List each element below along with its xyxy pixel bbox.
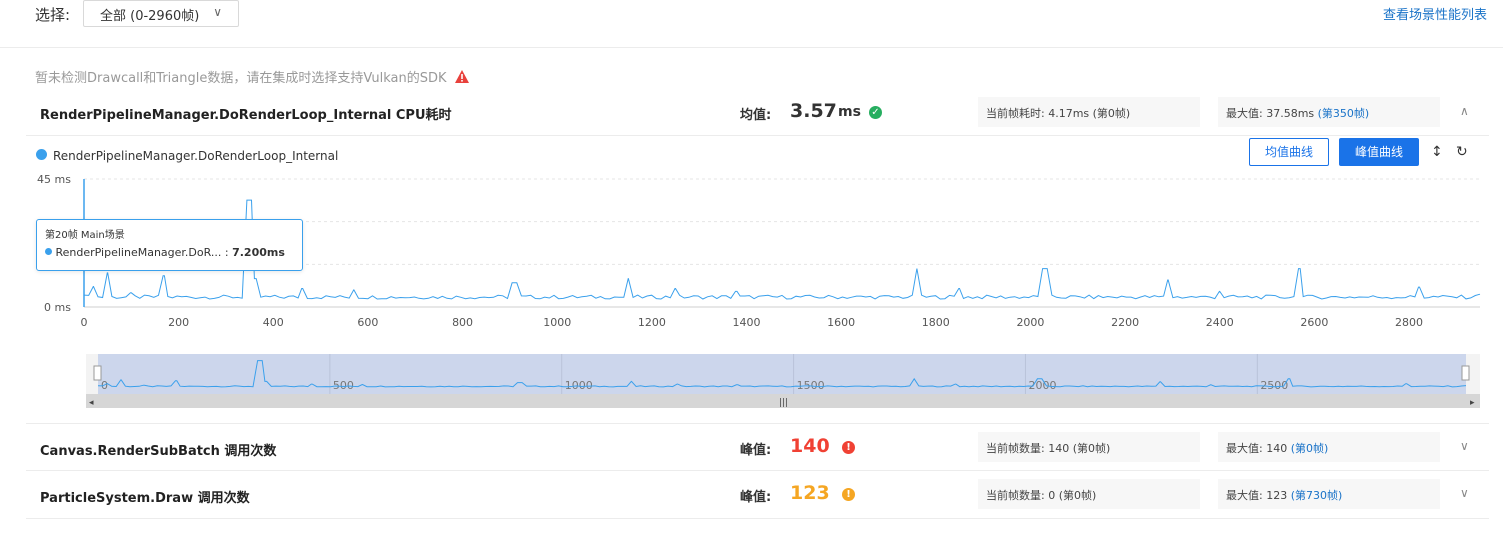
x-tick-label: 2200 bbox=[1111, 316, 1139, 329]
metric-unit: ms bbox=[838, 104, 861, 120]
row-title: Canvas.RenderSubBatch 调用次数 bbox=[40, 444, 277, 459]
max-frame-link[interactable]: (第350帧) bbox=[1318, 107, 1370, 120]
scroll-right-arrow[interactable]: ▸ bbox=[1470, 398, 1475, 408]
x-tick-label: 1000 bbox=[543, 316, 571, 329]
chart-tooltip: 第20帧 Main场景 RenderPipelineManager.DoR...… bbox=[36, 219, 303, 271]
max-value-info: 最大值: 123 (第730帧) bbox=[1218, 479, 1440, 509]
frame-range-select[interactable]: 全部 (0-2960帧) ∨ bbox=[83, 0, 239, 27]
metric-value: 3.57 bbox=[790, 100, 837, 122]
sdk-warning-text: 暂未检测Drawcall和Triangle数据，请在集成时选择支持Vulkan的… bbox=[35, 71, 447, 86]
x-tick-label: 1400 bbox=[733, 316, 761, 329]
x-tick-label: 1600 bbox=[827, 316, 855, 329]
x-tick-label: 200 bbox=[168, 316, 189, 329]
row-title: ParticleSystem.Draw 调用次数 bbox=[40, 491, 250, 506]
chevron-down-icon[interactable]: ∨ bbox=[1460, 439, 1469, 453]
metric-label: 峰值: bbox=[740, 443, 772, 458]
chevron-down-icon[interactable]: ∨ bbox=[1460, 486, 1469, 500]
metric-value: 123 bbox=[790, 482, 830, 504]
navigator-tick-label: 1500 bbox=[797, 379, 825, 392]
chevron-down-icon: ∨ bbox=[213, 5, 222, 19]
tooltip-series: RenderPipelineManager.DoR... bbox=[55, 246, 222, 259]
x-tick-label: 2600 bbox=[1300, 316, 1328, 329]
warning-icon bbox=[454, 70, 469, 83]
tooltip-value: 7.200ms bbox=[232, 246, 285, 259]
x-tick-label: 600 bbox=[357, 316, 378, 329]
max-value-info: 最大值: 140 (第0帧) bbox=[1218, 432, 1440, 462]
tooltip-series-marker bbox=[45, 248, 52, 255]
current-frame-info: 当前帧数量: 140 (第0帧) bbox=[978, 432, 1200, 462]
peak-curve-button[interactable]: 峰值曲线 bbox=[1339, 138, 1419, 166]
tooltip-sep: : bbox=[224, 246, 229, 259]
x-tick-label: 800 bbox=[452, 316, 473, 329]
max-value-info: 最大值: 37.58ms (第350帧) bbox=[1218, 97, 1440, 127]
metric-label: 均值: bbox=[740, 108, 772, 123]
tooltip-title: 第20帧 Main场景 bbox=[45, 230, 125, 241]
tooltip-row: RenderPipelineManager.DoR... : 7.200ms bbox=[45, 246, 294, 259]
divider bbox=[26, 135, 1489, 136]
max-frame-link[interactable]: (第0帧) bbox=[1291, 442, 1329, 455]
x-tick-label: 2800 bbox=[1395, 316, 1423, 329]
current-frame-info: 当前帧数量: 0 (第0帧) bbox=[978, 479, 1200, 509]
scroll-left-arrow[interactable]: ◂ bbox=[89, 398, 94, 408]
x-tick-label: 2000 bbox=[1016, 316, 1044, 329]
top-bar: 选择: 全部 (0-2960帧) ∨ 查看场景性能列表 bbox=[0, 0, 1503, 48]
average-curve-button[interactable]: 均值曲线 bbox=[1249, 138, 1329, 166]
refresh-icon[interactable]: ↻ bbox=[1456, 144, 1468, 160]
error-circle-icon: ! bbox=[842, 441, 855, 454]
x-tick-label: 2400 bbox=[1206, 316, 1234, 329]
select-label: 选择: bbox=[35, 6, 71, 24]
row-title: RenderPipelineManager.DoRenderLoop_Inter… bbox=[40, 108, 452, 123]
navigator-tick-label: 1000 bbox=[565, 379, 593, 392]
navigator-tick-label: 500 bbox=[333, 379, 354, 392]
range-navigator[interactable]: 0 500 1000 1500 2000 2500◂ ▸||| bbox=[0, 350, 1503, 410]
current-frame-info: 当前帧耗时: 4.17ms (第0帧) bbox=[978, 97, 1200, 127]
x-tick-label: 1800 bbox=[922, 316, 950, 329]
metric-row-cpu[interactable]: RenderPipelineManager.DoRenderLoop_Inter… bbox=[0, 88, 1490, 135]
metric-value: 140 bbox=[790, 435, 830, 457]
warning-circle-icon: ! bbox=[842, 488, 855, 501]
navigator-handle[interactable] bbox=[1461, 365, 1470, 381]
divider bbox=[26, 518, 1489, 519]
chevron-up-icon[interactable]: ∧ bbox=[1460, 104, 1469, 118]
sort-vertical-icon[interactable]: ↕ bbox=[1431, 144, 1443, 160]
metric-row-particle[interactable]: ParticleSystem.Draw 调用次数 峰值: 123 ! 当前帧数量… bbox=[0, 471, 1490, 518]
scroll-grip: ||| bbox=[779, 398, 788, 408]
navigator-handle[interactable] bbox=[93, 365, 102, 381]
legend-marker bbox=[36, 149, 47, 160]
check-circle-icon: ✓ bbox=[869, 106, 882, 119]
metric-label: 峰值: bbox=[740, 490, 772, 505]
sdk-warning: 暂未检测Drawcall和Triangle数据，请在集成时选择支持Vulkan的… bbox=[35, 67, 469, 86]
x-tick-label: 0 bbox=[81, 316, 88, 329]
scene-performance-link[interactable]: 查看场景性能列表 bbox=[1383, 4, 1487, 23]
max-frame-link[interactable]: (第730帧) bbox=[1291, 489, 1343, 502]
select-value: 全部 (0-2960帧) bbox=[100, 9, 200, 24]
metric-row-canvas[interactable]: Canvas.RenderSubBatch 调用次数 峰值: 140 ! 当前帧… bbox=[0, 424, 1490, 471]
legend-label: RenderPipelineManager.DoRenderLoop_Inter… bbox=[53, 149, 339, 163]
x-tick-label: 1200 bbox=[638, 316, 666, 329]
x-tick-label: 400 bbox=[263, 316, 284, 329]
